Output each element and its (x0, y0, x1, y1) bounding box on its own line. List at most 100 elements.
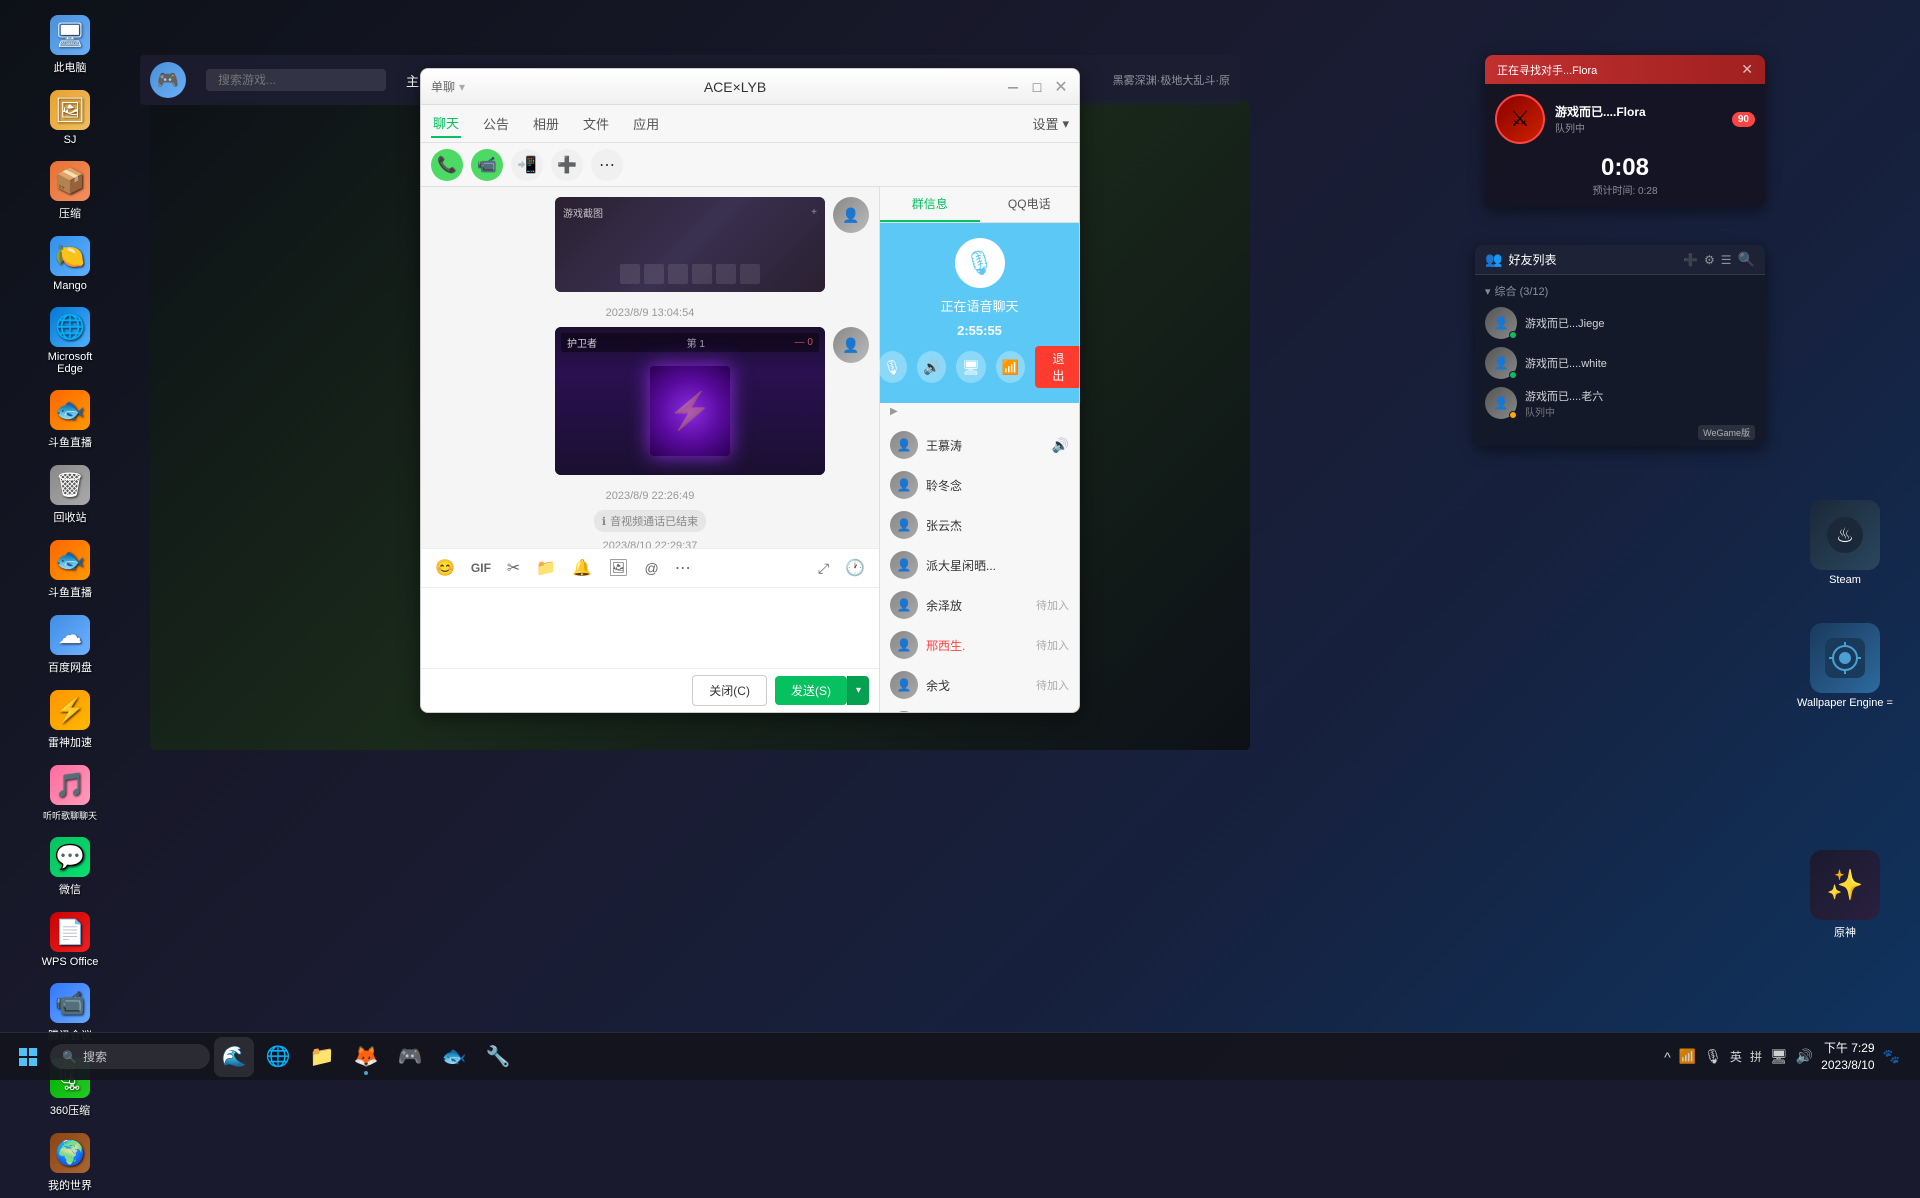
taskbar-app-douyu[interactable]: 🐟 (434, 1037, 474, 1077)
friend-list-button[interactable]: ☰ (1721, 253, 1732, 267)
nav-tab-apps[interactable]: 应用 (631, 110, 661, 137)
chat-messages[interactable]: 👤 游戏截图 + (421, 187, 879, 548)
titlebar-single-chat[interactable]: 单聊 (431, 78, 455, 95)
close-chat-button[interactable]: 关闭(C) (692, 675, 767, 706)
phone-call-button[interactable]: 📞 (431, 149, 463, 181)
more-button[interactable]: ⋯ (591, 149, 623, 181)
friend-item-2[interactable]: 👤 游戏而已....white (1475, 343, 1765, 383)
taskbar-clock[interactable]: 下午 7:29 2023/8/10 (1821, 1040, 1874, 1074)
taskbar-app-browser[interactable]: 🌊 (214, 1037, 254, 1077)
shake-button[interactable]: 🔔 (568, 554, 596, 582)
message-item-2: 👤 护卫者 第 1 — 0 ⚡ (431, 327, 869, 475)
nav-tab-announcement[interactable]: 公告 (481, 110, 511, 137)
desktop-icon-recycle[interactable]: 🗑 回收站 (30, 460, 110, 530)
tray-notification[interactable]: 🐾 (1883, 1048, 1900, 1065)
send-button[interactable]: 发送(S) (775, 676, 847, 705)
maximize-button[interactable]: □ (1029, 79, 1045, 95)
voice-chat-area: 🎙 正在语音聊天 2:55:55 🎙 🔊 🖥 📶 退出 (880, 223, 1079, 403)
member-item-1[interactable]: 👤 王慕涛 🔊 (880, 425, 1079, 465)
tray-ime-en[interactable]: 英 (1730, 1048, 1742, 1065)
desktop-icon-archive[interactable]: 📦 压缩 (30, 156, 110, 226)
tray-display[interactable]: 🖥 (1770, 1048, 1788, 1065)
taskbar-app-firefox[interactable]: 🦊 (346, 1037, 386, 1077)
voice-bars-button[interactable]: 📶 (996, 351, 1025, 383)
desktop-icon-music[interactable]: 🎵 听听歌聊聊天 (30, 760, 110, 827)
nav-settings[interactable]: 设置 ▾ (1032, 114, 1069, 133)
nav-search-input[interactable] (206, 69, 386, 91)
taskbar-app-game[interactable]: 🎮 (390, 1037, 430, 1077)
game-panel-close-button[interactable]: ✕ (1741, 61, 1753, 78)
video-call-button[interactable]: 📹 (471, 149, 503, 181)
scissors-button[interactable]: ✂ (503, 554, 524, 582)
voice-call-button[interactable]: 📲 (511, 149, 543, 181)
friends-section-header-combined[interactable]: ▾ 综合 (3/12) (1475, 279, 1765, 303)
friend-item-3[interactable]: 👤 游戏而已....老六 队列中 (1475, 383, 1765, 423)
close-button[interactable]: ✕ (1053, 79, 1069, 95)
desktop-icon-sj[interactable]: 🖼 SJ (30, 85, 110, 151)
member-item-3[interactable]: 👤 张云杰 (880, 505, 1079, 545)
member-item-2[interactable]: 👤 聆冬念 (880, 465, 1079, 505)
voice-exit-button[interactable]: 退出 (1035, 346, 1079, 388)
minimize-button[interactable]: ─ (1005, 79, 1021, 95)
nav-tab-files[interactable]: 文件 (581, 110, 611, 137)
desktop-icon-edge[interactable]: 🌐 Microsoft Edge (30, 302, 110, 380)
expand-button[interactable]: ⤢ (814, 556, 833, 581)
taskbar-app-edge[interactable]: 🌐 (258, 1037, 298, 1077)
nav-tab-album[interactable]: 相册 (531, 110, 561, 137)
message-image-1[interactable]: 游戏截图 + (555, 197, 825, 292)
desktop-icon-pc[interactable]: 🖥 此电脑 (30, 10, 110, 80)
voice-mic-button[interactable]: 🎙 (878, 351, 907, 383)
image-button[interactable]: 🖼 (604, 554, 632, 582)
search-friends-button[interactable]: 🔍 (1738, 251, 1755, 268)
gif-button[interactable]: GIF (467, 557, 495, 579)
add-member-button[interactable]: ➕ (551, 149, 583, 181)
tray-network[interactable]: 📶 (1679, 1048, 1696, 1065)
panel-tab-qq-call[interactable]: QQ电话 (980, 187, 1080, 222)
desktop-icon-wps[interactable]: 📄 WPS Office (30, 907, 110, 973)
folder-button[interactable]: 📁 (532, 554, 560, 582)
message-game-image[interactable]: 护卫者 第 1 — 0 ⚡ (555, 327, 825, 475)
toolbar-more-button[interactable]: ⋯ (671, 554, 695, 582)
member-item-4[interactable]: 👤 派大星闲晒... (880, 545, 1079, 585)
friend-settings-button[interactable]: ⚙ (1704, 253, 1715, 267)
send-dropdown-button[interactable]: ▾ (847, 676, 869, 705)
friend-item-1[interactable]: 👤 游戏而已...Jiege (1475, 303, 1765, 343)
desktop-icon-minecraft[interactable]: 🌍 我的世界 (30, 1128, 110, 1198)
taskbar-search-bar[interactable]: 🔍 搜索 (50, 1044, 210, 1069)
steam-app-icon[interactable]: ♨ (1810, 500, 1880, 570)
add-friend-button[interactable]: ➕ (1683, 253, 1698, 267)
history-button[interactable]: 🕐 (841, 554, 869, 582)
tray-ime-pinyin[interactable]: 拼 (1750, 1048, 1762, 1065)
tray-chevron[interactable]: ^ (1664, 1049, 1671, 1065)
panel-tab-group-info[interactable]: 群信息 (880, 187, 980, 222)
tray-mic[interactable]: 🎙 (1704, 1048, 1722, 1065)
start-button[interactable] (10, 1039, 46, 1075)
desktop-icon-douyu1[interactable]: 🐟 斗鱼直播 (30, 385, 110, 455)
at-button[interactable]: @ (640, 556, 662, 580)
sender-avatar-1: 👤 (833, 197, 869, 233)
voice-speaker-button[interactable]: 🔊 (917, 351, 946, 383)
taskbar-app-settings[interactable]: 🔧 (478, 1037, 518, 1077)
genshin-app-icon[interactable]: ✨ (1810, 850, 1880, 920)
wallpaper-app-icon[interactable] (1810, 623, 1880, 693)
emoji-button[interactable]: 😊 (431, 554, 459, 582)
member-item-6[interactable]: 👤 邢西生. 待加入 (880, 625, 1079, 665)
desktop-icon-baidu[interactable]: ☁ 百度网盘 (30, 610, 110, 680)
member-avatar-6: 👤 (890, 631, 918, 659)
friend-avatar-1: 👤 (1485, 307, 1517, 339)
voice-screen-button[interactable]: 🖥 (956, 351, 985, 383)
tray-sound[interactable]: 🔊 (1796, 1048, 1813, 1065)
chat-input-field[interactable] (431, 596, 869, 660)
desktop-icon-thunder[interactable]: ⚡ 雷神加速 (30, 685, 110, 755)
desktop-icon-mango[interactable]: 🍋 Mango (30, 231, 110, 297)
taskbar-app-explorer[interactable]: 📁 (302, 1037, 342, 1077)
desktop-icon-douyu2[interactable]: 🐟 斗鱼直播 (30, 535, 110, 605)
expand-arrow-icon[interactable]: ▶ (890, 406, 898, 417)
desktop-icon-wechat[interactable]: 💬 微信 (30, 832, 110, 902)
edge-icon: 🌐 (50, 307, 90, 347)
member-item-8[interactable]: 👤 宇 待加入 (880, 705, 1079, 712)
nav-tab-chat[interactable]: 聊天 (431, 109, 461, 138)
member-item-7[interactable]: 👤 余戈 待加入 (880, 665, 1079, 705)
member-name-5: 余泽放 (926, 597, 1028, 614)
member-item-5[interactable]: 👤 余泽放 待加入 (880, 585, 1079, 625)
